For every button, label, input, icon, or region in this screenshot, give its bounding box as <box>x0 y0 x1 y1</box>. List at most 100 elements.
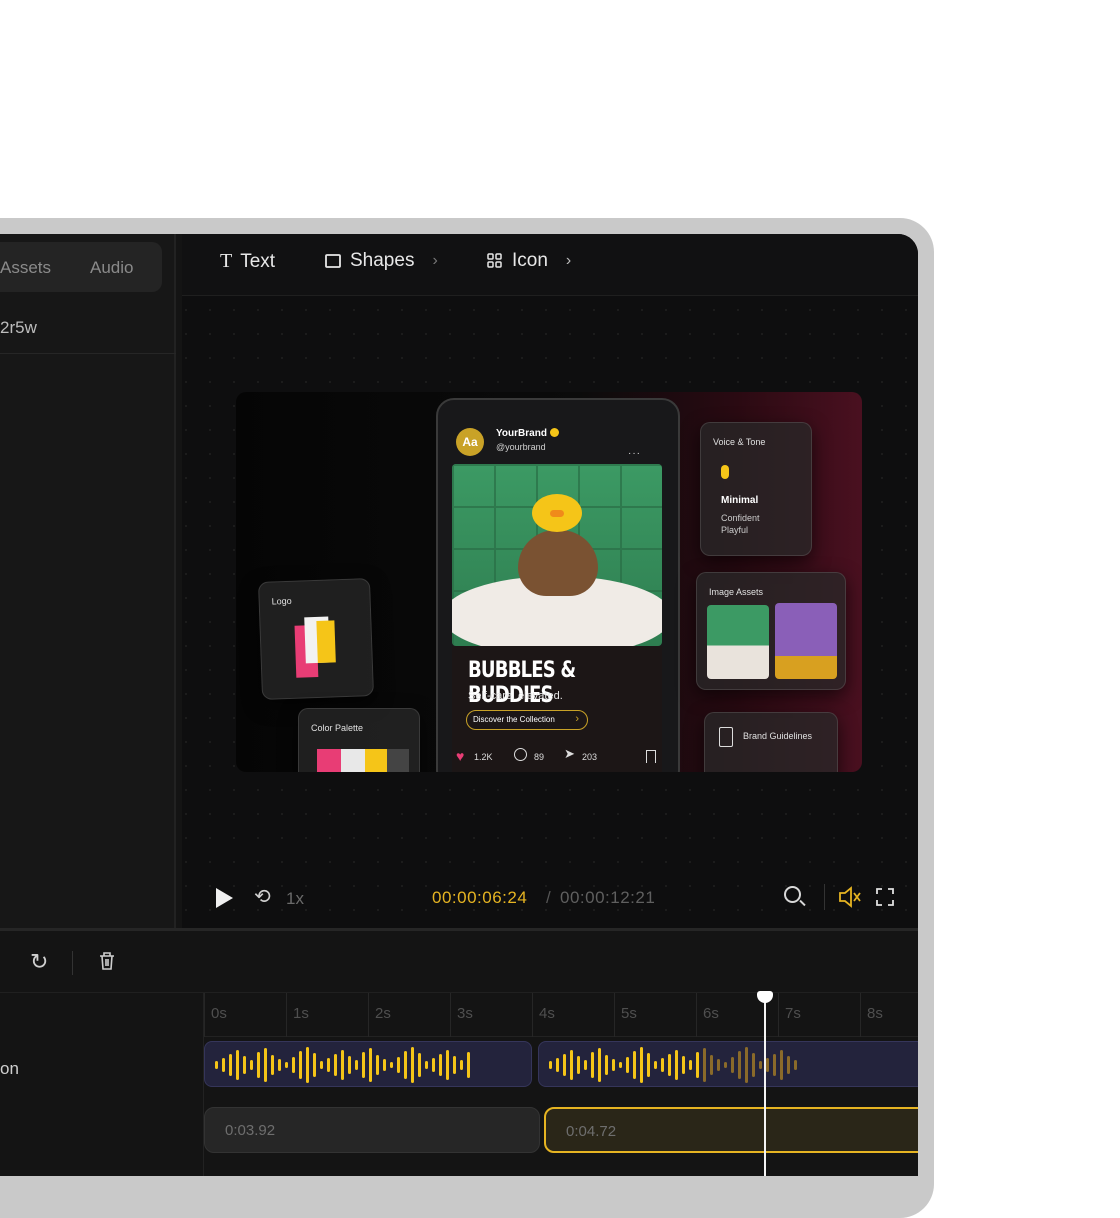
shapes-tool-button[interactable]: Shapes › <box>324 250 438 272</box>
total-time: 00:00:12:21 <box>560 888 656 907</box>
icon-tool-button[interactable]: Icon › <box>486 250 571 272</box>
waveform-bar <box>731 1057 734 1073</box>
document-icon <box>719 727 733 747</box>
waveform-bar <box>710 1055 713 1075</box>
play-icon[interactable] <box>216 888 233 908</box>
waveform-bar <box>257 1052 260 1078</box>
waveform-bar <box>773 1054 776 1076</box>
search-icon-handle <box>799 899 806 907</box>
tab-audio[interactable]: Audio <box>90 258 133 278</box>
waveform-bar <box>738 1051 741 1079</box>
audio-clip[interactable] <box>204 1041 532 1087</box>
brand-name: YourBrand <box>496 428 547 439</box>
waveform-bar <box>432 1058 435 1072</box>
comment-icon[interactable] <box>514 748 527 761</box>
waveform-bar <box>752 1053 755 1077</box>
chevron-right-icon: › <box>565 252 572 269</box>
waveform-bar <box>215 1061 218 1069</box>
social-post-mockup: Aa YourBrand @yourbrand ··· BUBBLES & BU… <box>436 398 680 772</box>
waveform-bar <box>598 1048 601 1082</box>
waveform-bar <box>745 1047 748 1083</box>
audio-clip[interactable] <box>538 1041 918 1087</box>
duck-beak <box>550 510 564 517</box>
waveform-bar <box>612 1059 615 1071</box>
waveform-bar <box>619 1062 622 1068</box>
voice-tone-sub1: Confident <box>721 513 760 523</box>
waveform-bar <box>418 1053 421 1077</box>
color-palette-card: Color Palette <box>298 708 420 772</box>
brand-handle: @yourbrand <box>496 442 546 452</box>
video-clip[interactable]: 0:03.92 <box>204 1107 540 1153</box>
mute-icon[interactable] <box>838 886 862 908</box>
waveform-bar <box>334 1054 337 1076</box>
waveform-bar <box>264 1048 267 1082</box>
waveform-bar <box>292 1057 295 1073</box>
microphone-icon <box>721 465 729 479</box>
bookmark-icon[interactable] <box>646 750 656 763</box>
voice-tone-card: Voice & Tone Minimal Confident Playful <box>700 422 812 556</box>
logo-mark-yellow <box>316 620 336 663</box>
discover-button-label: Discover the Collection <box>473 715 555 724</box>
asset-list-item[interactable]: 2r5w <box>0 304 176 354</box>
ruler-tick: 2s <box>368 993 391 1037</box>
waveform-bar <box>647 1053 650 1077</box>
waveform-bar <box>369 1048 372 1082</box>
heart-icon[interactable]: ♥ <box>456 748 464 764</box>
waveform-bar <box>591 1052 594 1078</box>
video-clip-selected[interactable]: 0:04.72 <box>544 1107 918 1153</box>
palette-swatch-white <box>341 749 365 772</box>
waveform-bar <box>404 1051 407 1079</box>
waveform-bar <box>439 1054 442 1076</box>
clip-duration: 0:04.72 <box>566 1123 617 1140</box>
avatar: Aa <box>456 428 484 456</box>
waveform-bar <box>780 1050 783 1080</box>
waveform-bar <box>313 1053 316 1077</box>
waveform-bar <box>348 1056 351 1074</box>
waveform-bar <box>549 1061 552 1069</box>
waveform-bar <box>306 1047 309 1083</box>
ruler-tick: 6s <box>696 993 719 1037</box>
more-icon: ··· <box>628 448 641 459</box>
image-assets-title: Image Assets <box>709 587 764 597</box>
image-assets-card: Image Assets <box>696 572 846 690</box>
ruler-tick: 1s <box>286 993 309 1037</box>
waveform-bar <box>383 1059 386 1071</box>
time-ruler[interactable]: 0s 1s 2s 3s 4s 5s 6s 7s 8s <box>204 993 918 1037</box>
video-canvas[interactable]: Logo Color Palette Aa YourBrand @yourbra… <box>236 392 862 772</box>
brand-guidelines-card: Brand Guidelines <box>704 712 838 772</box>
waveform-bar <box>717 1059 720 1071</box>
waveform-bar <box>570 1050 573 1080</box>
trash-icon[interactable] <box>98 951 116 971</box>
send-icon[interactable]: ➤ <box>564 746 575 762</box>
waveform-bar <box>633 1051 636 1079</box>
waveform-bar <box>243 1056 246 1074</box>
ruler-tick: 7s <box>778 993 801 1037</box>
redo-icon[interactable]: ↻ <box>30 949 48 975</box>
text-tool-button[interactable]: T Text <box>220 250 275 273</box>
loop-icon[interactable]: ⟲ <box>254 884 271 909</box>
brand-guidelines-title: Brand Guidelines <box>743 731 813 741</box>
shapes-tool-label: Shapes <box>350 250 415 271</box>
ruler-tick: 0s <box>204 993 227 1037</box>
waveform-bar <box>271 1055 274 1075</box>
playback-speed[interactable]: 1x <box>286 889 304 909</box>
waveform-bar <box>236 1050 239 1080</box>
text-tool-label: Text <box>240 250 276 272</box>
waveform-bar <box>341 1050 344 1080</box>
waveform-bar <box>626 1057 629 1073</box>
voice-tone-main: Minimal <box>721 495 759 506</box>
tab-assets[interactable]: Assets <box>0 258 51 278</box>
audio-track-label: on <box>0 1059 19 1078</box>
fullscreen-icon[interactable] <box>876 888 894 906</box>
post-subtitle: Self-care, elevated. <box>468 690 563 702</box>
asset-list-item-label: 2r5w <box>0 318 37 337</box>
time-separator: / <box>546 888 551 907</box>
playhead-line[interactable] <box>764 998 766 1176</box>
waveform-bar <box>794 1060 797 1070</box>
chevron-right-icon: › <box>575 713 579 725</box>
waveform-bar <box>453 1056 456 1074</box>
discover-button[interactable]: Discover the Collection › <box>466 710 588 730</box>
post-photo <box>452 464 662 646</box>
waveform-bar <box>563 1054 566 1076</box>
avatar-text: Aa <box>462 435 478 449</box>
